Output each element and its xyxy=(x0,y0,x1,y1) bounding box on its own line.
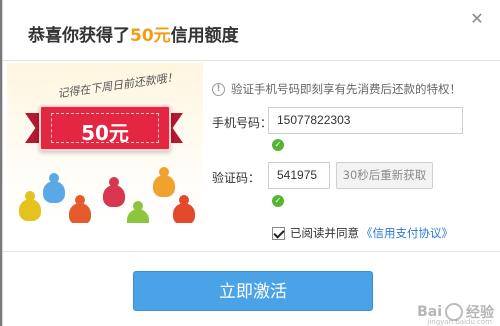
info-message: ! 验证手机号码即刻享有先消费后还款的特权！ xyxy=(212,81,461,97)
close-icon[interactable]: ✕ xyxy=(470,11,484,27)
agreement-link[interactable]: 《信用支付协议》 xyxy=(361,225,453,241)
agreement-text: 已阅读并同意 xyxy=(290,226,359,240)
activate-button[interactable]: 立即激活 xyxy=(133,271,373,311)
credit-dialog: 恭喜你获得了50元信用额度 ✕ 记得在下周日前还款哦！ 50元 ! 验证手机号码… xyxy=(2,0,500,326)
footer-divider xyxy=(3,251,500,252)
amount-ticket: 50元 xyxy=(39,105,171,151)
verification-code-field[interactable]: 541975 xyxy=(268,162,330,189)
figure-icon xyxy=(69,195,91,223)
figure-icon xyxy=(153,167,175,197)
dialog-header: 恭喜你获得了50元信用额度 ✕ xyxy=(3,0,500,61)
figure-icon xyxy=(173,195,195,223)
title-amount: 50元 xyxy=(130,26,171,46)
phone-field[interactable]: 15077822303 xyxy=(268,107,463,134)
title-prefix: 恭喜你获得了 xyxy=(28,26,130,46)
code-label: 验证码： xyxy=(212,171,261,185)
watermark-url: jingyan.baidu.com xyxy=(427,318,492,326)
dialog-title: 恭喜你获得了50元信用额度 xyxy=(28,21,239,46)
info-icon: ! xyxy=(212,82,225,96)
figure-icon xyxy=(19,191,41,221)
code-verified-icon: ✓ xyxy=(272,195,284,207)
figure-icon xyxy=(43,173,65,203)
promo-caption: 记得在下周日前还款哦！ xyxy=(56,70,179,101)
info-text: 验证手机号码即刻享有先消费后还款的特权！ xyxy=(231,82,461,96)
agreement-row: 已阅读并同意 《信用支付协议》 xyxy=(272,225,453,241)
ticket-amount: 50元 xyxy=(81,121,129,145)
phone-verified-icon: ✓ xyxy=(272,139,284,151)
figure-icon xyxy=(103,177,125,207)
figure-icon xyxy=(127,201,149,223)
resend-code-button[interactable]: 30秒后重新获取 xyxy=(336,162,433,189)
title-suffix: 信用额度 xyxy=(170,26,239,46)
promo-illustration: 记得在下周日前还款哦！ 50元 xyxy=(7,63,203,223)
phone-label: 手机号码： xyxy=(212,116,273,130)
agreement-checkbox[interactable] xyxy=(272,226,285,240)
